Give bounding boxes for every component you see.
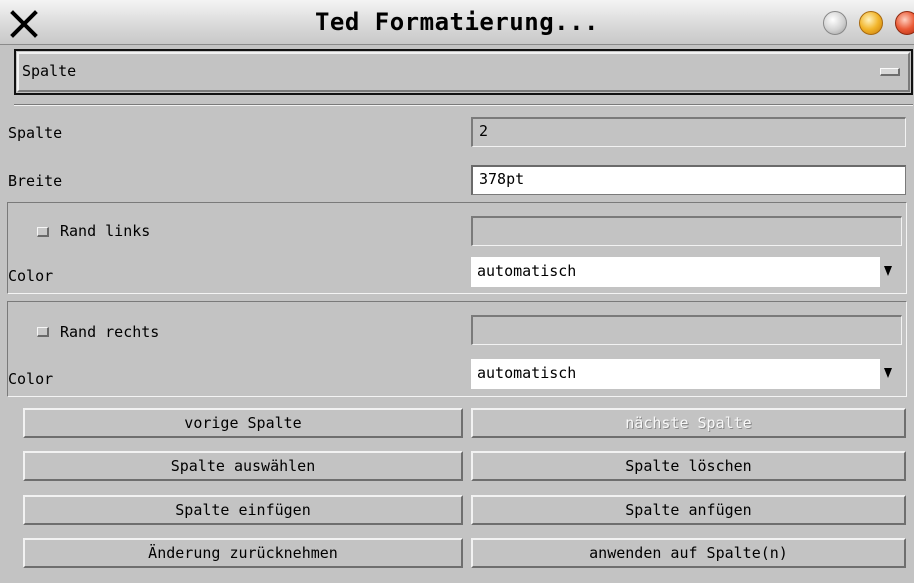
triangle-down-icon[interactable]: [884, 368, 892, 378]
column-number-field: 2: [471, 117, 906, 147]
column-label: Spalte: [8, 124, 63, 142]
select-column-button[interactable]: Spalte auswählen: [23, 451, 463, 481]
previous-column-button[interactable]: vorige Spalte: [23, 408, 463, 438]
right-border-width-field[interactable]: [471, 315, 902, 345]
delete-column-button[interactable]: Spalte löschen: [471, 451, 906, 481]
window-title: Ted Formatierung...: [314, 8, 600, 36]
left-border-color-combo[interactable]: automatisch: [471, 257, 880, 287]
option-menu-indicator-icon: [880, 68, 900, 76]
section-option-menu-value: Spalte: [22, 62, 77, 80]
revert-changes-button[interactable]: Änderung zurücknehmen: [23, 538, 463, 568]
insert-column-button[interactable]: Spalte einfügen: [23, 495, 463, 525]
right-border-color-label: Color: [8, 370, 54, 388]
triangle-down-icon[interactable]: [884, 266, 892, 276]
next-column-button[interactable]: nächste Spalte: [471, 408, 906, 438]
right-border-checkbox[interactable]: [37, 327, 49, 337]
right-border-label: Rand rechts: [60, 323, 160, 341]
width-input[interactable]: 378pt: [471, 165, 906, 195]
separator: [14, 104, 913, 106]
section-option-menu[interactable]: [14, 49, 913, 95]
maximize-orb-icon[interactable]: [859, 11, 883, 35]
minimize-orb-icon[interactable]: [823, 11, 847, 35]
left-border-width-field[interactable]: [471, 216, 902, 246]
left-border-checkbox[interactable]: [37, 227, 49, 237]
right-border-color-combo[interactable]: automatisch: [471, 359, 880, 389]
left-border-label: Rand links: [60, 222, 151, 240]
close-orb-icon[interactable]: [895, 11, 914, 35]
left-border-color-label: Color: [8, 267, 54, 285]
apply-to-columns-button[interactable]: anwenden auf Spalte(n): [471, 538, 906, 568]
width-label: Breite: [8, 172, 63, 190]
append-column-button[interactable]: Spalte anfügen: [471, 495, 906, 525]
